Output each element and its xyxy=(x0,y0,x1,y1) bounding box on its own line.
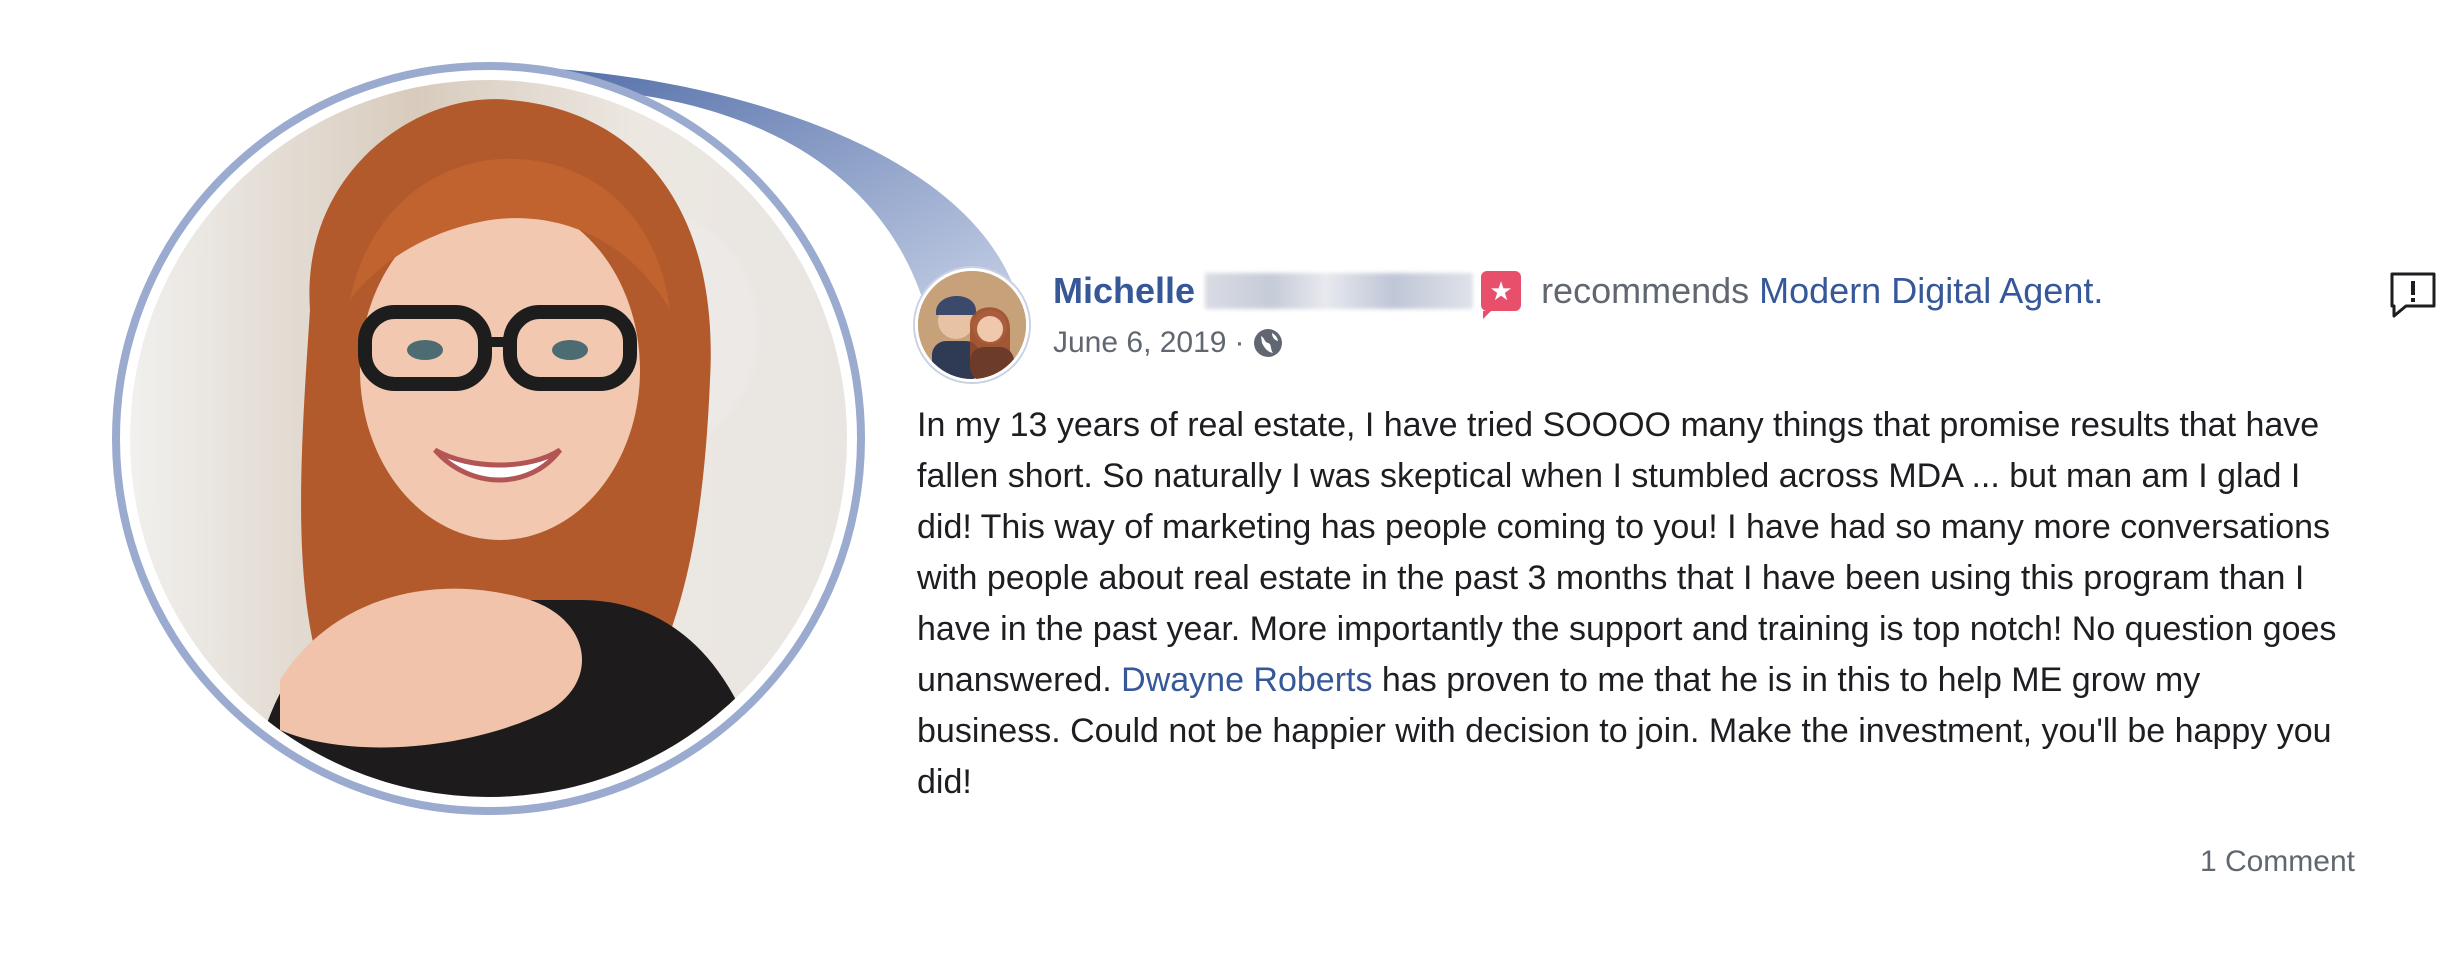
recommends-text: recommends xyxy=(1541,270,1750,311)
tagged-person-link[interactable]: Dwayne Roberts xyxy=(1121,661,1372,699)
date-separator: · xyxy=(1234,326,1245,359)
profile-photo xyxy=(130,80,847,797)
redacted-last-name xyxy=(1205,273,1474,309)
post-title-row: Michelle ★ recommends Modern Digital Age… xyxy=(1053,270,2383,319)
post-body: In my 13 years of real estate, I have tr… xyxy=(917,400,2347,808)
post-header: Michelle ★ recommends Modern Digital Age… xyxy=(1053,270,2436,380)
comments-count-link[interactable]: 1 Comment xyxy=(2200,845,2355,879)
author-name[interactable]: Michelle xyxy=(1053,270,1195,312)
post-meta: June 6, 2019 · xyxy=(1053,326,2383,360)
post-date[interactable]: June 6, 2019 xyxy=(1053,326,1226,360)
recommendation-star-icon: ★ xyxy=(1481,271,1522,319)
couple-avatar-illustration xyxy=(918,271,1026,379)
globe-icon xyxy=(1254,329,1283,357)
post-body-text-1: In my 13 years of real estate, I have tr… xyxy=(917,406,2337,699)
author-avatar[interactable] xyxy=(915,268,1029,382)
report-icon[interactable] xyxy=(2388,270,2438,320)
woman-portrait-illustration xyxy=(250,99,770,797)
page-name-link[interactable]: Modern Digital Agent. xyxy=(1759,270,2103,312)
